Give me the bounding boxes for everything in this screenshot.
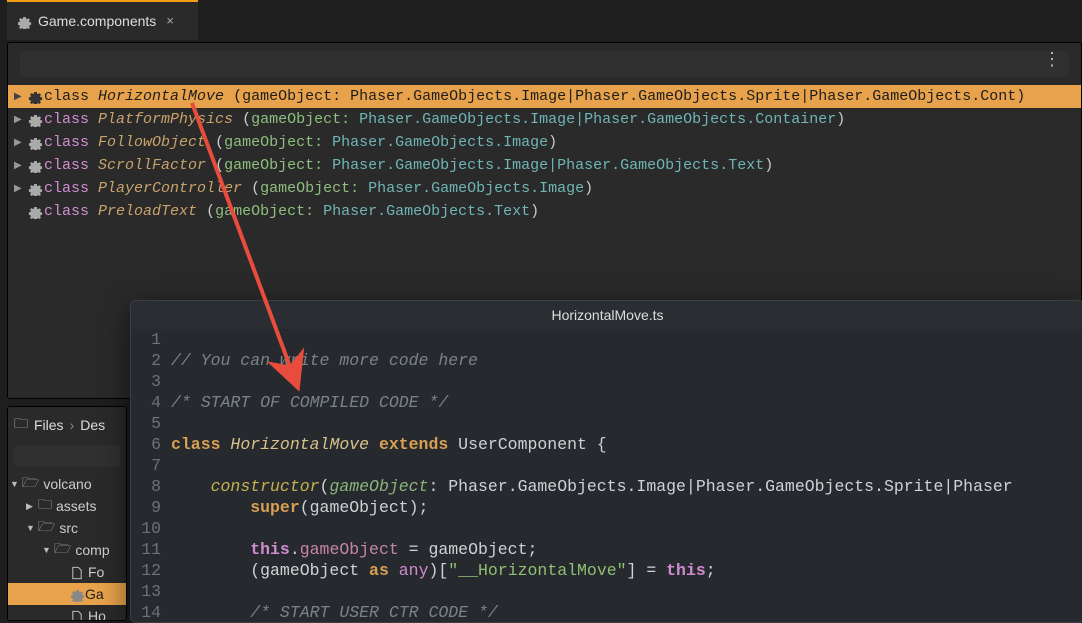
code-line	[171, 455, 1082, 476]
expand-arrow-icon[interactable]: ▶	[14, 160, 26, 172]
close-icon[interactable]: ×	[166, 14, 174, 29]
component-signature: class PlatformPhysics (gameObject: Phase…	[44, 111, 845, 128]
expand-arrow-icon[interactable]: ▶	[14, 183, 26, 195]
tree-item-Ga[interactable]: Ga	[8, 583, 126, 605]
code-line: this.gameObject = gameObject;	[171, 539, 1082, 560]
tree-item-label: Fo	[88, 564, 104, 580]
line-number: 2	[131, 350, 171, 371]
line-number: 12	[131, 560, 171, 581]
tree-item-label: comp	[75, 542, 109, 558]
line-number: 8	[131, 476, 171, 497]
line-number: 14	[131, 602, 171, 623]
tree-item-src[interactable]: ▼🗁src	[8, 517, 126, 539]
component-row-FollowObject[interactable]: ▶ class FollowObject (gameObject: Phaser…	[8, 131, 1081, 154]
line-number: 7	[131, 455, 171, 476]
code-editor-window: HorizontalMove.ts 12// You can write mor…	[130, 300, 1082, 623]
components-list: ▶ class HorizontalMove (gameObject: Phas…	[8, 85, 1081, 223]
gear-icon	[26, 203, 44, 220]
expand-arrow-icon[interactable]: ▶	[26, 501, 38, 512]
component-signature: class HorizontalMove (gameObject: Phaser…	[44, 88, 1025, 105]
file-tree: ▼🗁volcano▶🗀assets▼🗁src▼🗁compFo GaHo	[8, 473, 126, 621]
line-number: 3	[131, 371, 171, 392]
breadcrumb: 🗀 Files › Des	[8, 407, 126, 443]
component-signature: class PlayerController (gameObject: Phas…	[44, 180, 593, 197]
line-number: 4	[131, 392, 171, 413]
line-number: 5	[131, 413, 171, 434]
folder-icon: 🗀	[38, 494, 52, 518]
code-line: /* START OF COMPILED CODE */	[171, 392, 1082, 413]
code-body[interactable]: 12// You can write more code here34/* ST…	[131, 329, 1082, 623]
code-line	[171, 518, 1082, 539]
component-row-ScrollFactor[interactable]: ▶ class ScrollFactor (gameObject: Phaser…	[8, 154, 1081, 177]
gear-icon	[26, 111, 44, 128]
code-line	[171, 413, 1082, 434]
breadcrumb-root[interactable]: Files	[34, 417, 64, 433]
component-signature: class PreloadText (gameObject: Phaser.Ga…	[44, 203, 539, 220]
folder-open-icon: 🗁	[54, 538, 71, 562]
line-number: 13	[131, 581, 171, 602]
tree-item-label: Ho	[88, 608, 106, 621]
tree-item-label: volcano	[43, 476, 91, 492]
tree-item-label: src	[59, 520, 78, 536]
gear-icon	[26, 157, 44, 174]
code-line: (gameObject as any)["__HorizontalMove"] …	[171, 560, 1082, 581]
folder-open-icon: 🗁	[38, 516, 55, 540]
tree-item-Fo[interactable]: Fo	[8, 561, 126, 583]
component-row-HorizontalMove[interactable]: ▶ class HorizontalMove (gameObject: Phas…	[8, 85, 1081, 108]
files-search-input[interactable]	[14, 445, 120, 467]
component-row-PlatformPhysics[interactable]: ▶ class PlatformPhysics (gameObject: Pha…	[8, 108, 1081, 131]
editor-title: HorizontalMove.ts	[131, 301, 1082, 329]
folder-open-icon: 🗁	[22, 472, 39, 496]
tab-label: Game.components	[38, 13, 156, 29]
kebab-menu-icon[interactable]: ⋮	[1041, 53, 1063, 69]
tree-item-label: Ga	[85, 586, 104, 602]
expand-arrow-icon[interactable]: ▼	[10, 479, 22, 489]
expand-arrow-icon[interactable]: ▼	[42, 545, 54, 555]
expand-arrow-icon[interactable]: ▶	[14, 91, 26, 103]
tree-item-label: assets	[56, 498, 96, 514]
line-number: 1	[131, 329, 171, 350]
code-line: constructor(gameObject: Phaser.GameObjec…	[171, 476, 1082, 497]
file-icon	[70, 564, 88, 580]
code-line: // You can write more code here	[171, 350, 1082, 371]
expand-arrow-icon[interactable]: ▼	[26, 523, 38, 533]
folder-icon: 🗀	[14, 413, 28, 437]
gear-icon	[26, 180, 44, 197]
code-line	[171, 371, 1082, 392]
component-signature: class ScrollFactor (gameObject: Phaser.G…	[44, 157, 773, 174]
components-search-input[interactable]: ⋮	[20, 51, 1069, 77]
gear-icon	[26, 88, 44, 105]
line-number: 11	[131, 539, 171, 560]
code-line	[171, 581, 1082, 602]
line-number: 10	[131, 518, 171, 539]
code-line	[171, 329, 1082, 350]
tree-item-Ho[interactable]: Ho	[8, 605, 126, 621]
tree-item-volcano[interactable]: ▼🗁volcano	[8, 473, 126, 495]
expand-arrow-icon[interactable]: ▶	[14, 114, 26, 126]
chevron-right-icon: ›	[70, 417, 75, 433]
expand-arrow-icon[interactable]: ▶	[14, 137, 26, 149]
code-line: /* START USER CTR CODE */	[171, 602, 1082, 623]
files-panel: 🗀 Files › Des ▼🗁volcano▶🗀assets▼🗁src▼🗁co…	[7, 406, 127, 621]
component-row-PreloadText[interactable]: class PreloadText (gameObject: Phaser.Ga…	[8, 200, 1081, 223]
gear-icon	[17, 13, 32, 28]
tree-item-assets[interactable]: ▶🗀assets	[8, 495, 126, 517]
gear-icon	[26, 134, 44, 151]
line-number: 6	[131, 434, 171, 455]
line-number: 9	[131, 497, 171, 518]
code-line: class HorizontalMove extends UserCompone…	[171, 434, 1082, 455]
component-signature: class FollowObject (gameObject: Phaser.G…	[44, 134, 557, 151]
tree-item-comp[interactable]: ▼🗁comp	[8, 539, 126, 561]
editor-tab[interactable]: Game.components ×	[7, 0, 198, 40]
code-line: super(gameObject);	[171, 497, 1082, 518]
breadcrumb-item[interactable]: Des	[80, 417, 105, 433]
gear-icon	[70, 586, 85, 603]
file-icon	[70, 608, 88, 621]
component-row-PlayerController[interactable]: ▶ class PlayerController (gameObject: Ph…	[8, 177, 1081, 200]
